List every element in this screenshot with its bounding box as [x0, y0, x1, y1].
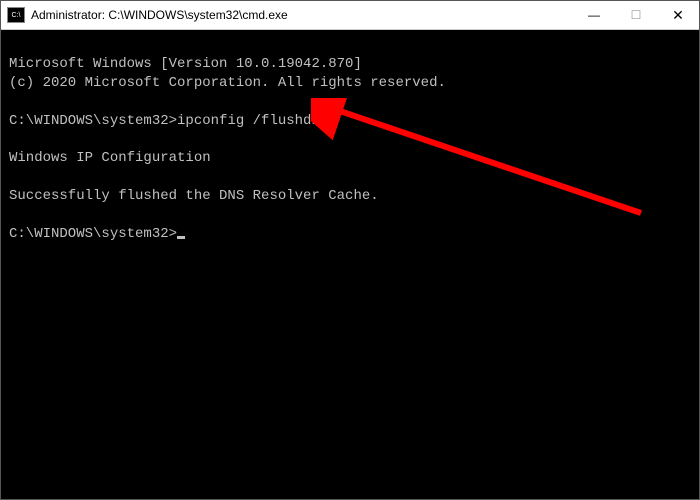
cmd-icon: C:\	[7, 7, 25, 23]
title-left: C:\ Administrator: C:\WINDOWS\system32\c…	[1, 7, 288, 23]
cmd-window: C:\ Administrator: C:\WINDOWS\system32\c…	[0, 0, 700, 500]
terminal-viewport[interactable]: Microsoft Windows [Version 10.0.19042.87…	[1, 30, 699, 500]
close-button[interactable]: ✕	[657, 1, 699, 29]
prompt-1-command: ipconfig /flushdns	[177, 113, 328, 129]
ipconfig-header: Windows IP Configuration	[9, 150, 211, 166]
flush-success-line: Successfully flushed the DNS Resolver Ca…	[9, 188, 379, 204]
prompt-2-path: C:\WINDOWS\system32>	[9, 226, 177, 242]
copyright-line: (c) 2020 Microsoft Corporation. All righ…	[9, 75, 446, 91]
maximize-button[interactable]: ☐	[615, 1, 657, 29]
minimize-button[interactable]: —	[573, 1, 615, 29]
window-controls: — ☐ ✕	[573, 1, 699, 29]
cursor	[177, 236, 185, 239]
prompt-1-path: C:\WINDOWS\system32>	[9, 113, 177, 129]
version-line: Microsoft Windows [Version 10.0.19042.87…	[9, 56, 362, 72]
window-title: Administrator: C:\WINDOWS\system32\cmd.e…	[31, 8, 288, 22]
annotation-arrow-icon	[311, 98, 661, 228]
title-bar[interactable]: C:\ Administrator: C:\WINDOWS\system32\c…	[1, 1, 699, 30]
cmd-icon-label: C:\	[12, 12, 21, 19]
